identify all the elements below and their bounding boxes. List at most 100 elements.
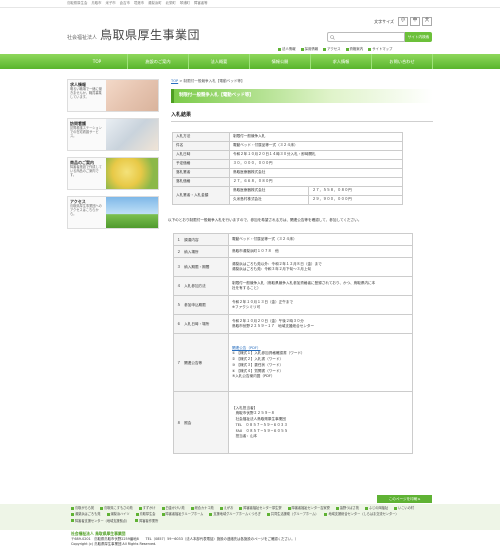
topbar-link[interactable]: 境港市 — [134, 1, 144, 6]
sidebar-card-recruit[interactable]: 求人情報 明るい職場で一緒に働きませんか。職員募集しています。 — [67, 79, 159, 112]
sidebar-card-nursing[interactable]: 訪問看護 訪問看護ステーションでの在宅看護サービス。 — [67, 118, 159, 151]
footer-link[interactable]: 鳥取がらら苑 — [71, 506, 94, 510]
info-label: ７ 関連公告等 — [173, 333, 229, 393]
print-page-button[interactable]: このページを印刷 ▸ — [377, 495, 432, 503]
page-title: 制限付一般競争入札【電動ベッド等】 — [171, 88, 433, 103]
footer-link[interactable]: ふじの岡福祉 — [364, 506, 388, 510]
nav-top[interactable]: TOP — [67, 54, 128, 69]
footer-link[interactable]: 皆野つばさ苑 — [335, 506, 359, 510]
info-value-line: 電動ベッド・付属品等一式（３２４床） — [232, 237, 297, 242]
header-link-access[interactable]: アクセス — [323, 47, 341, 52]
bullet-icon — [71, 506, 74, 510]
row-label: 予定価格 — [172, 158, 230, 169]
bullet-icon — [135, 512, 139, 516]
topbar-link[interactable]: 倉吉市 — [120, 1, 130, 6]
sidebar-card-products[interactable]: 商品のご案内 障害者施設で作成している商品のご案内です。 — [67, 157, 159, 190]
info-value: 電動ベッド・付属品等一式（３２４床） — [228, 233, 413, 247]
footer-link[interactable]: えがお — [219, 506, 233, 510]
footer-link[interactable]: 湯梨浜はごろも苑 — [71, 512, 101, 516]
info-label: ８ 照会 — [173, 391, 229, 455]
top-bar: 鳥取県厚生会 鳥取市 米子市 倉吉市 境港市 湯梨浜町 北栄町 琴浦町 障害者等 — [0, 0, 500, 8]
footer-link[interactable]: 障害者支援センター（地域支援拠点） — [71, 519, 129, 523]
footer-link[interactable]: 総合カナコ苑 — [190, 506, 214, 510]
card-desc: 訪問看護ステーションでの在宅看護サービス。 — [70, 126, 102, 139]
topbar-link[interactable]: 琴浦町 — [180, 1, 190, 6]
footer-link[interactable]: 障害者作業所 — [135, 519, 158, 523]
footer-link[interactable]: 鳥取県こすもさの苑 — [100, 506, 133, 510]
breadcrumb: TOP > 制限付一般競争入札【電動ベッド等】 — [171, 79, 433, 84]
header-link-recruit[interactable]: 採用情報 — [300, 47, 318, 52]
sidebar: 求人情報 明るい職場で一緒に働きませんか。職員募集しています。 訪問看護 訪問看護ス… — [67, 79, 159, 235]
info-label: １ 調達内容 — [173, 233, 229, 247]
card-photo — [106, 158, 158, 189]
nav-disclosure[interactable]: 情報公開 — [250, 54, 311, 69]
bullet-icon — [300, 47, 304, 51]
footer-link[interactable]: 障害者福祉センター吉家寮 — [287, 506, 330, 510]
row-value: ２７，６６８，０８０円 — [229, 176, 403, 187]
table-row: ４ 入札参加方法 制限付一般競争入札（鳥取県競争入札参加資格者に登録されており、か… — [173, 276, 413, 297]
header-link-corporate[interactable]: 法人情報 — [278, 47, 296, 52]
info-value-line: 鳥取市湯梨浜町１０７８ 他 — [232, 249, 279, 254]
footer-link[interactable]: 障害者福祉クループホーム — [161, 512, 203, 516]
search-button[interactable]: サイト内検索 — [405, 32, 432, 42]
bullet-icon — [190, 506, 194, 510]
bullet-icon — [364, 506, 368, 510]
bullet-icon — [100, 506, 104, 510]
header-link-products[interactable]: 資格案内 — [345, 47, 363, 52]
nav-facilities[interactable]: 施設のご案内 — [128, 54, 189, 69]
header-link-sitemap[interactable]: サイトマップ — [368, 47, 392, 52]
footer-link[interactable]: 鳥取厚生会 — [135, 512, 156, 516]
intro-text: 以下のとおり制限付一般競争入札を行いますので、参加を希望される方は、関連公告等を… — [168, 217, 362, 222]
site-search: サイト内検索 — [327, 32, 432, 42]
row-value: 制限付一般競争入札 — [229, 131, 403, 142]
info-label: ４ 入札参加方法 — [173, 276, 229, 297]
row-value: ３０，０００，０００円 — [229, 158, 403, 169]
font-size-large-button[interactable]: 大 — [422, 17, 432, 26]
font-size-medium-button[interactable]: 中 — [410, 17, 420, 26]
footer-link[interactable]: 共同生活援助（グループホーム） — [266, 512, 318, 516]
footer-link[interactable]: 地域支援総合センター（しらはま交流センター） — [324, 512, 399, 516]
bullet-icon — [239, 506, 243, 510]
search-input[interactable] — [327, 32, 405, 42]
font-size-small-button[interactable]: 小 — [398, 17, 408, 26]
site-header: 社会福祉法人 鳥取県厚生事業団 文字サイズ 小 中 大 サイト内検索 法人情報 … — [0, 8, 500, 51]
bullet-icon — [335, 506, 339, 510]
font-size-label: 文字サイズ — [374, 18, 394, 24]
topbar-link[interactable]: 北栄町 — [166, 1, 176, 6]
topbar-link[interactable]: 米子市 — [106, 1, 116, 6]
table-row: ２ 納入場所 鳥取市湯梨浜町１０７８ 他 — [173, 245, 413, 259]
bullet-icon — [161, 512, 165, 516]
bullet-icon — [209, 512, 213, 516]
info-label: ２ 納入場所 — [173, 245, 229, 259]
row-label: 落札業者 — [172, 167, 230, 178]
footer-link[interactable]: 支援地域グループホームくつろぎ — [209, 512, 261, 516]
info-value: 湯梨浜はごろも苑以外：令和２年１２月８日（金）まで 湯梨浜はごろも苑：令和３年２月… — [228, 257, 413, 278]
nav-contact[interactable]: お問い合わせ — [372, 54, 433, 69]
topbar-link[interactable]: 鳥取県厚生会 — [67, 1, 87, 6]
search-icon — [330, 34, 335, 40]
bullet-icon — [71, 519, 74, 523]
topbar-link[interactable]: 鳥取市 — [91, 1, 101, 6]
footer-link[interactable]: すずかけ — [138, 506, 156, 510]
info-table: １ 調達内容 電動ベッド・付属品等一式（３２４床） ２ 納入場所 鳥取市湯梨浜町１０７… — [173, 233, 413, 455]
site-logo[interactable]: 社会福祉法人 鳥取県厚生事業団 — [67, 27, 200, 43]
topbar-link[interactable]: 湯梨浜町 — [148, 1, 162, 6]
info-value-line: ※ファクシミリ可 — [232, 305, 261, 310]
info-value: 制限付一般競争入札（鳥取県競争入札参加資格者に登録されており、かつ、鳥取県内に本… — [228, 276, 413, 297]
info-value-line: 社を有すること） — [232, 286, 261, 291]
topbar-link[interactable]: 障害者等 — [194, 1, 208, 6]
info-value-line: 鳥取市伏野２２５９−１７ 地域支援総合センター — [232, 324, 315, 329]
nav-recruit[interactable]: 求人情報 — [311, 54, 372, 69]
footer-link[interactable]: 白金かけい苑 — [161, 506, 185, 510]
info-value: 【入札担当者】 鳥取市伏野２２５９−８ 社会福祉法人鳥取県厚生事業団 TEL ０… — [228, 391, 413, 455]
document-link[interactable]: ⑤入札公告案内図（PDF） — [232, 374, 409, 380]
sidebar-card-access[interactable]: アクセス 鳥取県厚生事業団へのアクセスはこちらから。 — [67, 196, 159, 229]
footer-address: 社会福祉法人 鳥取県厚生事業団 〒689-0201 鳥取県鳥取市伏野2259番地… — [71, 531, 298, 547]
bidder-amount: ２７，５５８，０８０円 — [308, 185, 403, 196]
footer-link[interactable]: いこいの村 — [394, 506, 414, 510]
nav-overview[interactable]: 法人概要 — [189, 54, 250, 69]
table-row: ８ 照会 【入札担当者】 鳥取市伏野２２５９−８ 社会福祉法人鳥取県厚生事業団 T… — [173, 391, 413, 455]
bullet-icon — [138, 506, 142, 510]
footer-link[interactable]: 湯梨浜ハイツ — [106, 512, 130, 516]
footer-link[interactable]: 障害者福祉センター厚生寮 — [239, 506, 282, 510]
